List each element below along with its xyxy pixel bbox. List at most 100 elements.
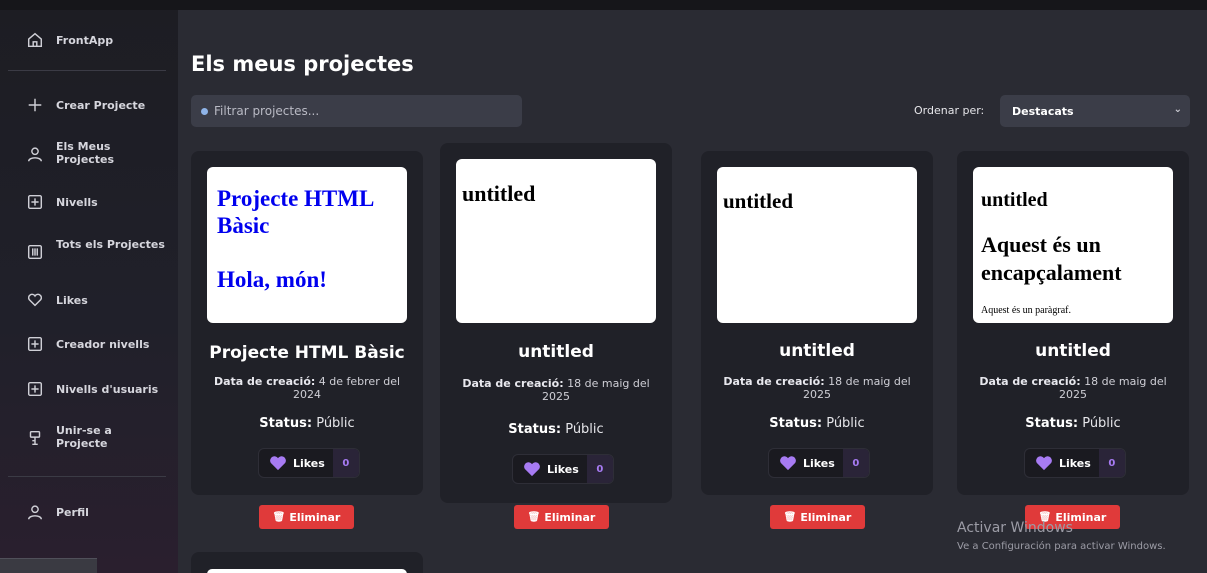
- heart-icon: [270, 456, 286, 471]
- preview-heading: untitled: [723, 189, 794, 213]
- sidebar-item-creador-nivells[interactable]: Creador nivells: [0, 334, 178, 354]
- preview-heading: Projecte HTML Bàsic: [217, 186, 374, 238]
- project-title: untitled: [518, 342, 594, 362]
- project-preview: [207, 569, 407, 573]
- plus-icon: [26, 96, 44, 114]
- activation-watermark-subtitle: Ve a Configuración para activar Windows.: [957, 541, 1166, 552]
- home-icon: [26, 31, 44, 49]
- likes-label: Likes: [803, 456, 835, 470]
- project-card[interactable]: untitled Aquest és un encapçalament Aque…: [957, 151, 1189, 495]
- sidebar-item-label: Perfil: [56, 506, 89, 519]
- project-status: Status: Públic: [957, 416, 1189, 431]
- date-prefix: Data de creació:: [213, 375, 316, 388]
- project-card-partial[interactable]: [191, 552, 423, 573]
- grid-icon: [26, 243, 44, 261]
- app-root: FrontApp Crear Projecte Els Meus Project…: [0, 0, 1207, 573]
- status-value: Públic: [826, 416, 865, 431]
- sidebar-item-nivells[interactable]: Nivells: [0, 192, 178, 212]
- search-icon: [201, 107, 208, 115]
- sort-label: Ordenar per:: [914, 104, 985, 117]
- filter-input[interactable]: [214, 104, 514, 118]
- sidebar-item-label: Creador nivells: [56, 338, 150, 351]
- sidebar-item-likes[interactable]: Likes: [0, 290, 178, 310]
- chevron-down-icon: ⌄: [1173, 104, 1182, 115]
- likes-button[interactable]: Likes 0: [258, 448, 360, 478]
- project-status: Status: Públic: [440, 422, 672, 437]
- filter-box[interactable]: [191, 95, 522, 127]
- project-date: Data de creació: 4 de febrer del 2024: [201, 375, 413, 401]
- likes-label: Likes: [293, 456, 325, 470]
- project-card[interactable]: Projecte HTML Bàsic Hola, món! Projecte …: [191, 151, 423, 495]
- user-icon: [26, 145, 44, 163]
- sidebar-item-label: Nivells d'usuaris: [56, 383, 159, 396]
- delete-button[interactable]: 🗑 Eliminar: [259, 505, 354, 529]
- user-icon: [26, 503, 44, 521]
- sidebar-item-nivells-usuaris[interactable]: Nivells d'usuaris: [0, 379, 178, 399]
- sidebar-item-els-meus-projectes[interactable]: Els Meus Projectes: [0, 140, 178, 168]
- project-title: untitled: [1035, 341, 1111, 361]
- status-value: Públic: [1082, 416, 1121, 431]
- project-preview[interactable]: Projecte HTML Bàsic Hola, món!: [207, 167, 407, 323]
- sort-value: Destacats: [1012, 104, 1074, 118]
- likes-count: 0: [1098, 449, 1125, 477]
- status-prefix: Status:: [508, 422, 562, 437]
- project-preview[interactable]: untitled Aquest és un encapçalament Aque…: [973, 167, 1173, 323]
- project-card[interactable]: untitled untitled Data de creació: 18 de…: [440, 143, 672, 503]
- status-value: Públic: [565, 422, 604, 437]
- status-prefix: Status:: [769, 416, 823, 431]
- likes-button[interactable]: Likes 0: [768, 448, 870, 478]
- heart-outline-icon: [26, 291, 44, 309]
- project-title: untitled: [779, 341, 855, 361]
- project-status: Status: Públic: [191, 416, 423, 431]
- sidebar-item-unir-se-projecte[interactable]: Unir-se a Projecte: [0, 424, 178, 452]
- activation-watermark-title: Activar Windows: [957, 520, 1073, 536]
- plus-square-icon: [26, 193, 44, 211]
- plus-square-icon: [26, 380, 44, 398]
- sidebar-item-tots-els-projectes[interactable]: Tots els Projectes: [0, 238, 178, 266]
- likes-label: Likes: [547, 462, 579, 476]
- project-date: Data de creació: 18 de maig del 2025: [450, 377, 662, 403]
- heart-icon: [780, 456, 796, 471]
- sidebar-divider: [8, 476, 166, 477]
- trash-icon: 🗑: [527, 511, 541, 523]
- project-status: Status: Públic: [701, 416, 933, 431]
- likes-count: 0: [586, 455, 613, 483]
- delete-label: Eliminar: [544, 510, 596, 524]
- sidebar-brand[interactable]: FrontApp: [0, 28, 178, 52]
- likes-button[interactable]: Likes 0: [512, 454, 614, 484]
- sidebar-item-label: Nivells: [56, 196, 98, 209]
- sidebar-divider: [8, 70, 166, 71]
- sidebar-item-label: Els Meus Projectes: [56, 140, 115, 166]
- likes-label: Likes: [1059, 456, 1091, 470]
- sidebar-item-crear-projecte[interactable]: Crear Projecte: [0, 96, 178, 116]
- preview-heading: untitled: [981, 189, 1048, 211]
- delete-button[interactable]: 🗑 Eliminar: [514, 505, 609, 529]
- date-prefix: Data de creació:: [979, 375, 1081, 388]
- sidebar: FrontApp Crear Projecte Els Meus Project…: [0, 10, 178, 573]
- trash-icon: 🗑: [783, 511, 797, 523]
- likes-count: 0: [332, 449, 359, 477]
- project-preview[interactable]: untitled: [456, 159, 656, 323]
- heart-icon: [524, 462, 540, 477]
- likes-button[interactable]: Likes 0: [1024, 448, 1126, 478]
- trash-icon: 🗑: [272, 511, 286, 523]
- status-prefix: Status:: [259, 416, 313, 431]
- delete-label: Eliminar: [289, 510, 341, 524]
- preview-subheading: Aquest és un encapçalament: [981, 232, 1122, 285]
- taskbar-stub: [0, 558, 97, 573]
- join-icon: [26, 429, 44, 447]
- project-title: Projecte HTML Bàsic: [209, 343, 405, 363]
- brand-label: FrontApp: [56, 33, 114, 47]
- page-title: Els meus projectes: [191, 52, 414, 76]
- preview-subheading: Hola, món!: [217, 267, 327, 292]
- delete-label: Eliminar: [800, 510, 852, 524]
- sidebar-item-perfil[interactable]: Perfil: [0, 502, 178, 522]
- sort-select[interactable]: Destacats ⌄: [1000, 95, 1190, 127]
- sidebar-item-label: Crear Projecte: [56, 99, 146, 112]
- top-bar: [0, 0, 1207, 10]
- project-card[interactable]: untitled untitled Data de creació: 18 de…: [701, 151, 933, 495]
- likes-count: 0: [842, 449, 869, 477]
- project-preview[interactable]: untitled: [717, 167, 917, 323]
- heart-icon: [1036, 456, 1052, 471]
- delete-button[interactable]: 🗑 Eliminar: [770, 505, 865, 529]
